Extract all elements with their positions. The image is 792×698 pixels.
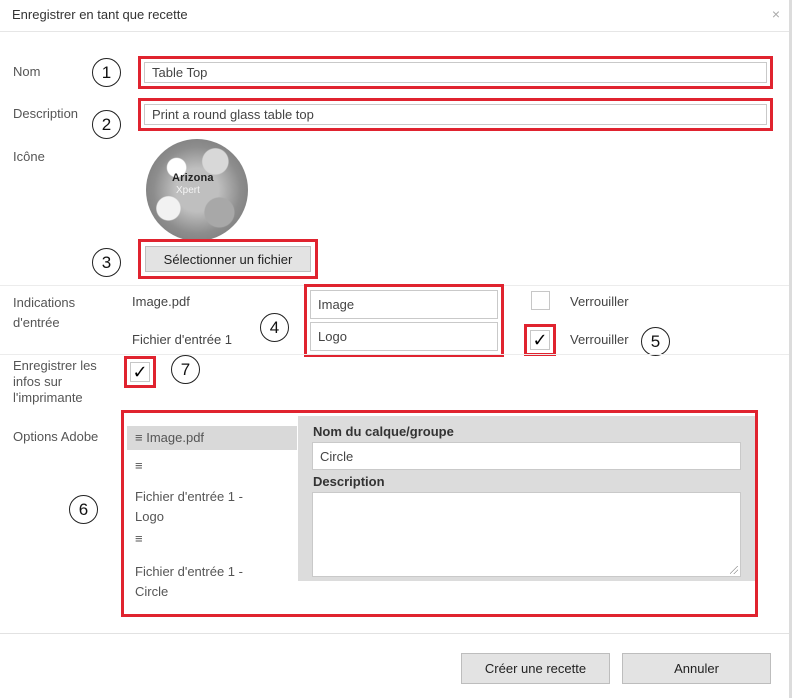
lock-checkbox-highlight: ✓ — [524, 324, 556, 356]
adobe-list-item-circle[interactable]: Fichier d'entrée 1 - — [127, 562, 297, 582]
save-printer-label-3: l'imprimante — [13, 390, 83, 405]
lock-label: Verrouiller — [570, 332, 629, 347]
callout-4: 4 — [260, 313, 289, 342]
callout-3: 3 — [92, 248, 121, 277]
select-file-highlight: Sélectionner un fichier — [138, 239, 318, 279]
adobe-options-highlight: ≡ Image.pdf ≡ Fichier d'entrée 1 - Logo … — [121, 410, 758, 617]
name-input[interactable]: Table Top — [144, 62, 767, 83]
name-label: Nom — [13, 64, 41, 79]
resize-grip-icon[interactable] — [730, 566, 738, 574]
input-hint-field[interactable]: Image — [310, 290, 498, 319]
input-hints-highlight: Image Logo — [304, 284, 504, 357]
drag-handle-icon: ≡ — [135, 430, 143, 445]
list-item-label: Logo — [135, 509, 164, 524]
cancel-button[interactable]: Annuler — [622, 653, 771, 684]
title-divider — [0, 31, 792, 32]
callout-5: 5 — [641, 327, 670, 356]
callout-7: 7 — [171, 355, 200, 384]
list-item-label: Image.pdf — [146, 430, 205, 445]
adobe-list-item-logo[interactable]: Fichier d'entrée 1 - — [127, 487, 297, 507]
adobe-file-list: ≡ Image.pdf ≡ Fichier d'entrée 1 - Logo … — [127, 416, 298, 611]
adobe-description-label: Description — [313, 474, 385, 489]
save-printer-highlight: ✓ — [124, 356, 156, 388]
input-file-name: Fichier d'entrée 1 — [132, 332, 233, 347]
lock-checkbox-checked[interactable]: ✓ — [530, 330, 550, 350]
drag-handle-icon[interactable]: ≡ — [127, 456, 297, 476]
name-field-highlight: Table Top — [138, 56, 773, 89]
description-label: Description — [13, 106, 79, 121]
section-divider — [0, 354, 789, 355]
list-item-label: Circle — [135, 584, 169, 599]
input-hints-label-2: d'entrée — [13, 315, 60, 330]
footer-divider — [0, 633, 789, 634]
lock-label: Verrouiller — [570, 294, 629, 309]
select-file-button[interactable]: Sélectionner un fichier — [145, 246, 311, 272]
adobe-options-label: Options Adobe — [13, 429, 99, 444]
layer-name-input[interactable]: Circle — [312, 442, 741, 470]
close-icon[interactable]: × — [772, 6, 780, 22]
layer-name-label: Nom du calque/groupe — [313, 424, 454, 439]
callout-1: 1 — [92, 58, 121, 87]
dialog-title: Enregistrer en tant que recette — [12, 7, 188, 22]
description-field-highlight: Print a round glass table top — [138, 98, 773, 131]
icon-logo-text: Arizona — [172, 172, 214, 184]
lock-checkbox[interactable] — [531, 291, 550, 310]
description-input[interactable]: Print a round glass table top — [144, 104, 767, 125]
input-hint-field[interactable]: Logo — [310, 322, 498, 351]
callout-2: 2 — [92, 110, 121, 139]
callout-6: 6 — [69, 495, 98, 524]
adobe-detail-panel: Nom du calque/groupe Circle Description — [298, 416, 755, 581]
icon-logo-sub: Xpert — [176, 185, 200, 196]
drag-handle-icon[interactable]: ≡ — [127, 529, 297, 549]
adobe-description-textarea[interactable] — [312, 492, 741, 577]
adobe-list-item-image[interactable]: ≡ Image.pdf — [127, 426, 297, 450]
create-recipe-button[interactable]: Créer une recette — [461, 653, 610, 684]
recipe-icon-image: Arizona Xpert — [146, 139, 248, 241]
icon-label: Icône — [13, 149, 45, 164]
input-hints-label-1: Indications — [13, 295, 76, 310]
save-printer-checkbox[interactable]: ✓ — [130, 362, 150, 382]
input-file-name: Image.pdf — [132, 294, 190, 309]
